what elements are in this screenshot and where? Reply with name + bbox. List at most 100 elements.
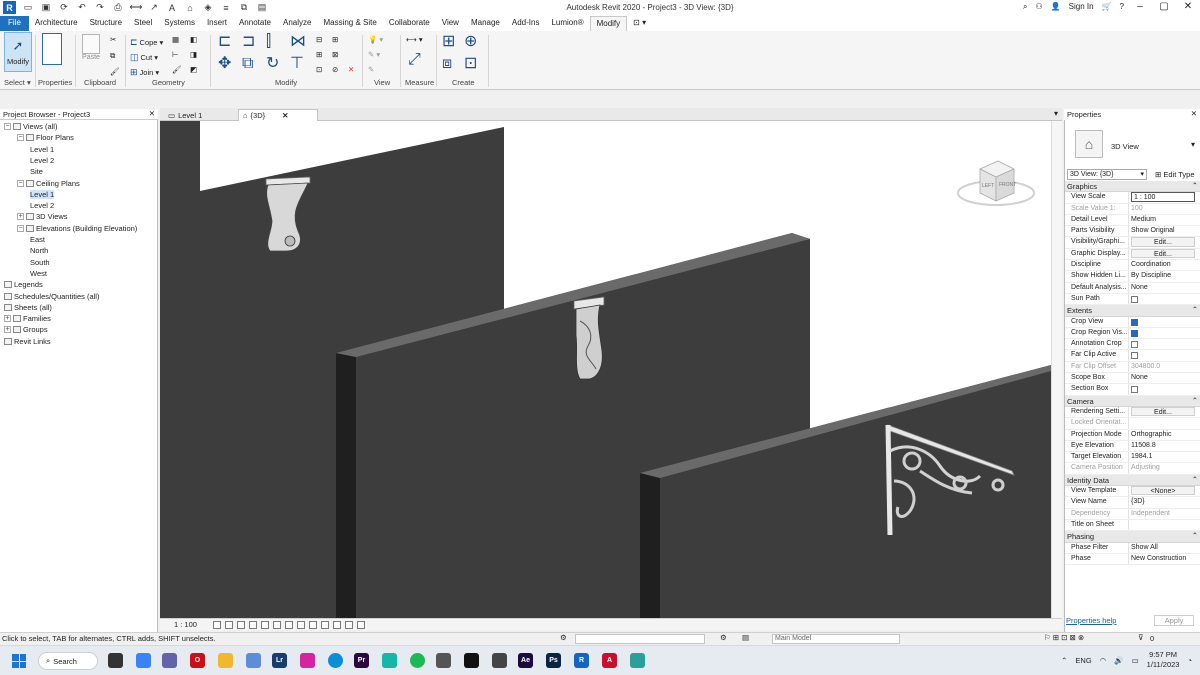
tab-analyze[interactable]: Analyze — [277, 16, 317, 31]
media-icon[interactable] — [436, 653, 451, 668]
delete-icon[interactable]: ✕ — [348, 65, 354, 74]
browser-node[interactable]: + Groups — [4, 325, 48, 334]
measure-between-icon[interactable]: ⟷ ▾ — [406, 35, 423, 44]
video-editor-icon[interactable] — [492, 653, 507, 668]
browser-node[interactable]: +3D Views — [17, 212, 68, 221]
scale-icon[interactable]: ⊡ — [316, 65, 322, 74]
volume-icon[interactable]: 🔊 — [1114, 656, 1123, 665]
split-icon[interactable]: ⊟ — [316, 35, 322, 44]
property-value[interactable]: Show Original — [1129, 226, 1200, 236]
analytical-model-icon[interactable] — [332, 620, 341, 629]
browser-node[interactable]: − Elevations (Building Elevation) — [17, 224, 137, 233]
view-tabs-menu-icon[interactable]: ▾ — [1054, 109, 1058, 118]
checkbox[interactable] — [1131, 329, 1138, 337]
copy-icon[interactable]: ⧉ — [110, 51, 115, 61]
tab-add-ins[interactable]: Add-Ins — [506, 16, 546, 31]
property-value[interactable] — [1129, 328, 1200, 338]
spotify-icon[interactable] — [410, 653, 425, 668]
contextual-tab-dropdown[interactable]: ⊡ ▾ — [627, 16, 652, 31]
paint-app-icon[interactable] — [630, 653, 645, 668]
premiere-icon[interactable]: Pr — [354, 653, 369, 668]
unjoin-icon[interactable]: ◩ — [190, 65, 197, 74]
create-assembly-icon[interactable]: ⊞ — [442, 34, 455, 50]
property-value[interactable]: 1 : 100 — [1131, 192, 1195, 202]
3d-viewport[interactable]: LEFT FRONT — [160, 121, 1051, 618]
paste-button[interactable]: Paste — [82, 34, 100, 61]
checkbox[interactable] — [1131, 341, 1138, 349]
view-tab-3d[interactable]: ⌂ {3D} ✕ — [238, 109, 318, 121]
tab-structure[interactable]: Structure — [84, 16, 128, 31]
task-view-icon[interactable] — [108, 653, 123, 668]
override-icon[interactable]: ✎ ▾ — [368, 50, 380, 59]
mirror-axis-icon[interactable]: ⫿ — [266, 34, 271, 50]
render-icon[interactable] — [260, 620, 269, 629]
collapse-icon[interactable]: ⌃ — [1192, 305, 1198, 314]
property-value[interactable] — [1129, 294, 1200, 304]
trim-icon[interactable]: ⊤ — [290, 56, 304, 72]
tab-lumion[interactable]: Lumion® — [545, 16, 589, 31]
instagram-icon[interactable] — [300, 653, 315, 668]
selection-toggles-icon[interactable]: ⚐ ⊞ ⊡ ⊠ ⊗ — [1044, 633, 1084, 642]
property-section-header[interactable]: Identity Data ⌃ — [1065, 474, 1200, 487]
active-model-dropdown[interactable]: Main Model — [772, 634, 900, 644]
property-value[interactable]: Coordination — [1129, 260, 1200, 270]
instance-filter-dropdown[interactable]: 3D View: {3D} ▾ — [1067, 168, 1147, 180]
edit-type-button[interactable]: ⊞ Edit Type — [1155, 170, 1195, 179]
detail-level-icon[interactable] — [212, 620, 221, 629]
join-button[interactable]: ⊞ Join ▾ — [130, 65, 159, 79]
browser-node[interactable]: Schedules/Quantities (all) — [4, 292, 99, 301]
collapse-icon[interactable]: ⌃ — [1192, 181, 1198, 190]
browser-node[interactable]: Legends — [4, 280, 43, 289]
close-icon[interactable]: ✕ — [149, 109, 155, 118]
property-value[interactable]: Edit... — [1131, 237, 1195, 247]
3d-model-canvas[interactable]: LEFT FRONT — [160, 121, 1051, 618]
view-scale[interactable]: 1 : 100 — [174, 620, 197, 629]
property-value[interactable]: Show All — [1129, 543, 1200, 553]
paint-icon[interactable]: 🖌 — [172, 65, 182, 74]
file-explorer-icon[interactable] — [218, 653, 233, 668]
property-section-header[interactable]: Phasing ⌃ — [1065, 531, 1200, 543]
match-type-icon[interactable]: 🖌 — [110, 67, 120, 76]
browser-node[interactable]: − Views (all) — [4, 122, 57, 131]
tab-collaborate[interactable]: Collaborate — [383, 16, 436, 31]
capcut-icon[interactable] — [464, 653, 479, 668]
property-value[interactable]: <None> — [1131, 486, 1195, 496]
collapse-icon[interactable]: − — [17, 134, 24, 142]
browser-node[interactable]: Revit Links — [4, 337, 51, 346]
checkbox[interactable] — [1131, 386, 1138, 394]
chat-icon[interactable] — [162, 653, 177, 668]
shadows-icon[interactable] — [248, 620, 257, 629]
property-value[interactable]: Medium — [1129, 215, 1200, 225]
checkbox[interactable] — [1131, 295, 1138, 303]
opera-icon[interactable]: O — [190, 653, 205, 668]
collapse-icon[interactable]: − — [4, 123, 11, 130]
view-cube[interactable]: LEFT FRONT — [957, 160, 1035, 206]
create-similar-icon[interactable]: ⊡ — [464, 56, 477, 72]
unpin-icon[interactable]: ⊘ — [332, 65, 338, 74]
expand-icon[interactable]: + — [4, 315, 11, 323]
browser-node[interactable]: Level 2 — [30, 156, 54, 165]
property-section-header[interactable]: Camera ⌃ — [1065, 395, 1200, 407]
hide-icon[interactable]: 💡 ▾ — [368, 35, 383, 44]
property-value[interactable]: None — [1129, 283, 1200, 293]
demolish-icon[interactable]: ◧ — [190, 35, 197, 44]
remove-paint-icon[interactable]: ◨ — [190, 50, 197, 59]
tab-file[interactable]: File — [0, 16, 29, 31]
property-value[interactable]: None — [1129, 373, 1200, 383]
cope-button[interactable]: ⊏ Cope ▾ — [130, 35, 163, 49]
create-group-icon[interactable]: ⧈ — [442, 56, 452, 72]
help-icon[interactable]: ? — [1120, 2, 1124, 11]
wall-joins-icon[interactable]: ⊢ — [172, 50, 179, 59]
minimize-button[interactable]: – — [1132, 1, 1148, 12]
browser-node[interactable]: Level 1 — [30, 145, 54, 154]
tab-steel[interactable]: Steel — [128, 16, 158, 31]
copy-modify-icon[interactable]: ⧉ — [242, 56, 253, 72]
cart-icon[interactable]: 🛒 — [1102, 2, 1112, 11]
split-face-icon[interactable]: ▦ — [172, 35, 179, 44]
close-tab-icon[interactable]: ✕ — [282, 111, 288, 120]
visual-style-icon[interactable] — [224, 620, 233, 629]
property-value[interactable]: Orthographic — [1129, 430, 1200, 440]
reveal-hidden-icon[interactable] — [320, 620, 329, 629]
crop-region-icon[interactable] — [284, 620, 293, 629]
property-value[interactable]: Edit... — [1131, 406, 1195, 417]
